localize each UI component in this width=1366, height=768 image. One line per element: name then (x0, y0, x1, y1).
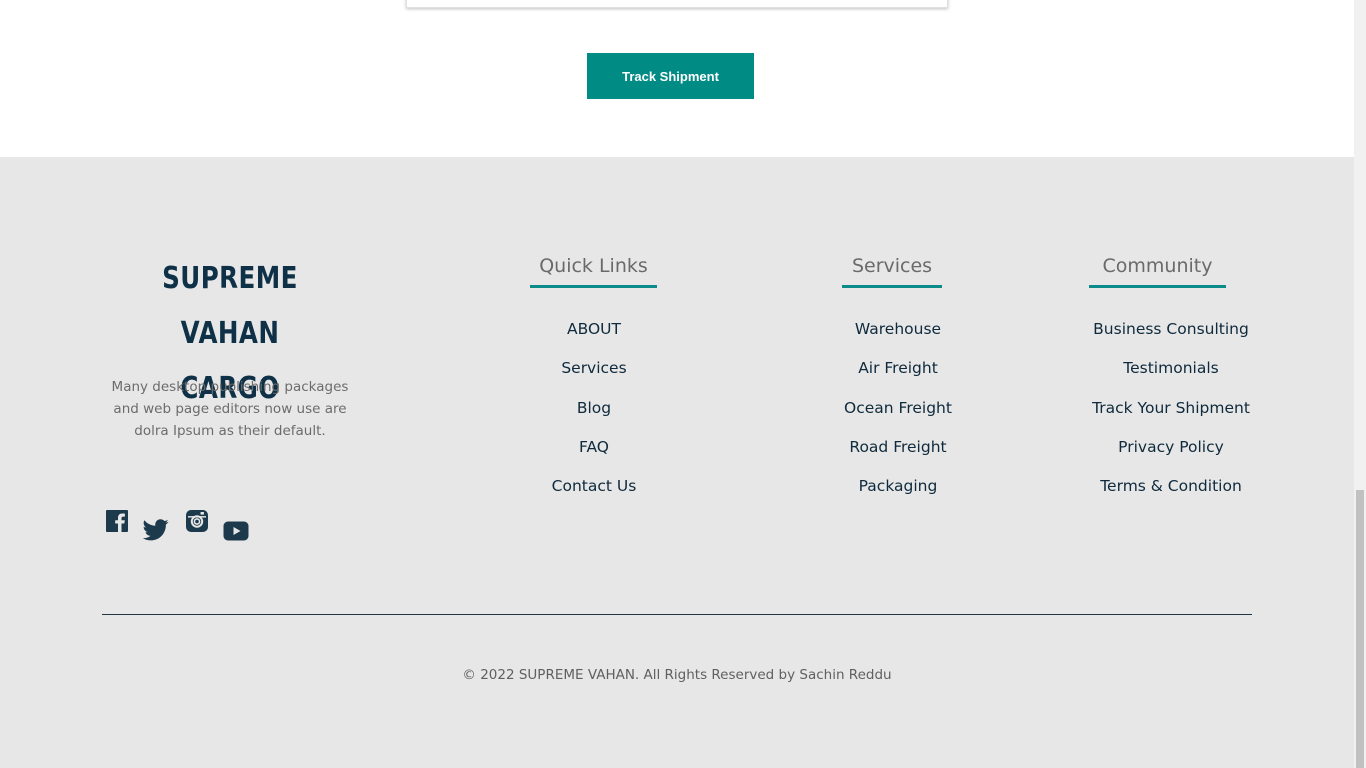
footer-link-warehouse[interactable]: Warehouse (855, 320, 941, 338)
footer-link-faq[interactable]: FAQ (579, 438, 609, 456)
footer-link-air-freight[interactable]: Air Freight (858, 359, 938, 377)
copyright-text: © 2022 SUPREME VAHAN. All Rights Reserve… (0, 667, 1354, 683)
quick-links-heading: Quick Links (530, 255, 657, 288)
footer-link-services[interactable]: Services (561, 359, 626, 377)
community-list: Business Consulting Testimonials Track Y… (1066, 319, 1276, 515)
footer-link-packaging[interactable]: Packaging (859, 477, 938, 495)
brand-name-line1: SUPREME VAHAN (162, 261, 298, 351)
footer-link-blog[interactable]: Blog (577, 399, 611, 417)
list-item: FAQ (494, 437, 694, 476)
twitter-link[interactable] (143, 519, 169, 549)
copyright-label: © 2022 SUPREME VAHAN. All Rights Reserve… (462, 667, 892, 683)
twitter-icon (143, 519, 169, 541)
footer-link-about[interactable]: ABOUT (567, 320, 621, 338)
services-heading: Services (842, 255, 942, 288)
list-item: Track Your Shipment (1066, 398, 1276, 437)
tracking-form-card (406, 0, 948, 8)
youtube-icon (223, 521, 249, 541)
footer-link-road-freight[interactable]: Road Freight (849, 438, 946, 456)
footer-link-track-your-shipment[interactable]: Track Your Shipment (1092, 399, 1250, 417)
list-item: Business Consulting (1066, 319, 1276, 358)
list-item: Testimonials (1066, 358, 1276, 397)
page-viewport: Track Shipment SUPREME VAHAN CARGO Many … (0, 0, 1366, 768)
scrollbar-thumb[interactable] (1356, 490, 1364, 768)
youtube-link[interactable] (223, 521, 249, 551)
footer-link-business-consulting[interactable]: Business Consulting (1093, 320, 1249, 338)
list-item: Privacy Policy (1066, 437, 1276, 476)
quick-links-list: ABOUT Services Blog FAQ Contact Us (494, 319, 694, 515)
footer-link-testimonials[interactable]: Testimonials (1123, 359, 1218, 377)
footer-link-privacy-policy[interactable]: Privacy Policy (1118, 438, 1224, 456)
footer-link-ocean-freight[interactable]: Ocean Freight (844, 399, 952, 417)
tracking-section: Track Shipment (0, 0, 1354, 157)
facebook-link[interactable] (104, 509, 130, 539)
track-shipment-button[interactable]: Track Shipment (587, 53, 754, 99)
list-item: Blog (494, 398, 694, 437)
page-scrollbar[interactable] (1354, 0, 1366, 768)
footer-link-contact-us[interactable]: Contact Us (552, 477, 637, 495)
facebook-icon (105, 509, 129, 533)
list-item: ABOUT (494, 319, 694, 358)
footer-divider (102, 614, 1252, 615)
list-item: Ocean Freight (798, 398, 998, 437)
services-list: Warehouse Air Freight Ocean Freight Road… (798, 319, 998, 515)
list-item: Air Freight (798, 358, 998, 397)
instagram-link[interactable] (184, 509, 210, 539)
list-item: Road Freight (798, 437, 998, 476)
list-item: Warehouse (798, 319, 998, 358)
community-heading: Community (1089, 255, 1226, 288)
site-footer: SUPREME VAHAN CARGO Many desktop publish… (0, 157, 1354, 768)
footer-link-terms-condition[interactable]: Terms & Condition (1100, 477, 1242, 495)
brand-description: Many desktop publishing packages and web… (111, 379, 349, 439)
list-item: Services (494, 358, 694, 397)
instagram-icon (185, 509, 209, 533)
list-item: Contact Us (494, 476, 694, 515)
list-item: Terms & Condition (1066, 476, 1276, 515)
list-item: Packaging (798, 476, 998, 515)
